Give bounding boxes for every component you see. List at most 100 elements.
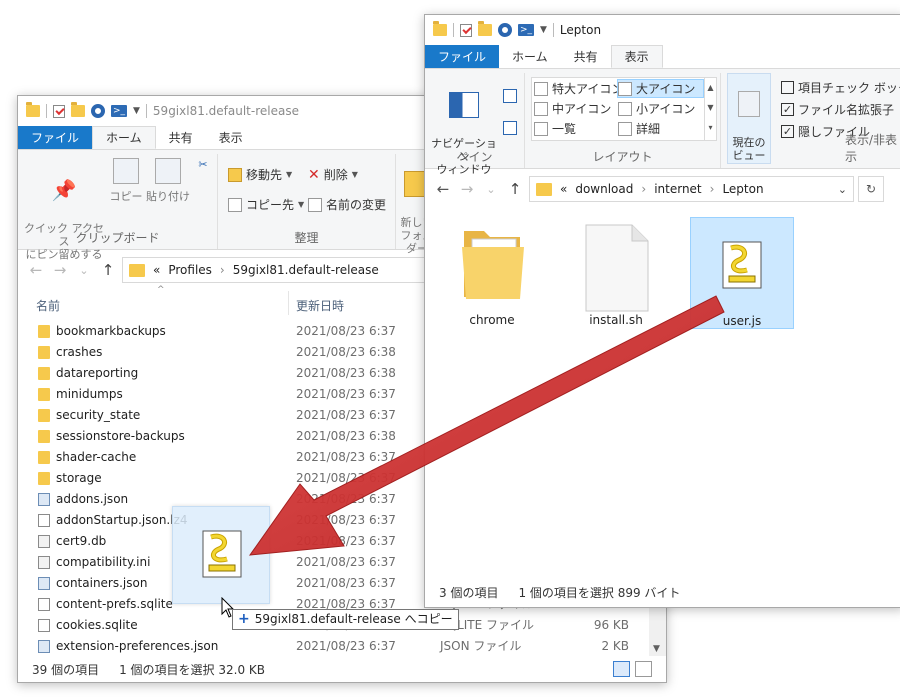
breadcrumb-internet[interactable]: internet: [654, 182, 701, 196]
rename-button[interactable]: 名前の変更: [308, 196, 386, 213]
back-arrow-icon[interactable]: ←: [431, 180, 455, 198]
pin-quick-access-button[interactable]: 📌 クイック アクセス にピン留めする: [24, 164, 104, 261]
rename-label: 名前の変更: [326, 198, 387, 212]
scroll-down-arrow-icon[interactable]: ▼: [653, 644, 660, 654]
checkbox-icon[interactable]: ✓: [781, 103, 794, 116]
layout-small-icons[interactable]: 小アイコン: [618, 100, 695, 117]
address-bar[interactable]: « download › internet › Lepton ⌄: [529, 176, 854, 202]
file-date: 2021/08/23 6:37: [296, 450, 396, 464]
layout-label: 中アイコン: [552, 102, 612, 116]
gallery-scroll[interactable]: ▲ ▼ ▾: [704, 78, 716, 140]
delete-button[interactable]: ✕ 削除 ▼: [308, 166, 358, 183]
tab-view[interactable]: 表示: [206, 126, 256, 149]
chevron-down-icon[interactable]: ▼: [540, 25, 547, 35]
layout-extra-large-icons[interactable]: 特大アイコン: [534, 80, 623, 97]
tab-home[interactable]: ホーム: [499, 45, 561, 68]
breadcrumb-separator-icon: ›: [641, 182, 647, 196]
item-tile-install-sh[interactable]: install.sh: [564, 217, 668, 329]
forward-arrow-icon[interactable]: →: [48, 261, 72, 279]
large-icons-icon: [618, 81, 632, 96]
copy-to-button[interactable]: コピー先 ▼: [228, 196, 304, 213]
properties-icon[interactable]: [53, 104, 65, 118]
file-name: addons.json: [56, 492, 129, 506]
navigation-pane-icon: [449, 92, 479, 118]
back-arrow-icon[interactable]: ←: [24, 261, 48, 279]
rename-icon: [308, 197, 322, 212]
current-view-button[interactable]: 現在の ビュー: [728, 78, 770, 162]
large-icons-view-icon[interactable]: [635, 661, 652, 677]
tab-view[interactable]: 表示: [610, 45, 663, 68]
layout-list[interactable]: 一覧: [534, 120, 576, 137]
explorer-window-lepton: >_ ▼ Lepton ファイル ホーム 共有 表示 ナビゲーション ウィンドウ…: [424, 14, 900, 608]
item-label: chrome: [469, 313, 515, 327]
breadcrumb-current[interactable]: 59gixl81.default-release: [233, 263, 379, 277]
refresh-button[interactable]: ↻: [858, 176, 884, 202]
layout-label: 特大アイコン: [552, 82, 624, 96]
separator: [145, 104, 147, 118]
item-tile-user-js[interactable]: user.js: [690, 217, 794, 329]
up-arrow-icon[interactable]: ↑: [503, 180, 527, 198]
checkbox-icon[interactable]: ✓: [781, 125, 794, 138]
tab-share[interactable]: 共有: [561, 45, 611, 68]
up-arrow-icon[interactable]: ↑: [96, 261, 120, 279]
script-file-icon: [202, 530, 242, 578]
drop-tooltip: + 59gixl81.default-release へコピー: [232, 609, 459, 630]
chevron-down-icon[interactable]: ⌄: [838, 183, 847, 196]
details-view-icon[interactable]: [613, 661, 630, 677]
properties-icon[interactable]: [460, 23, 472, 37]
checkbox-icon[interactable]: [781, 81, 794, 94]
tab-share[interactable]: 共有: [156, 126, 206, 149]
gear-icon[interactable]: [91, 104, 105, 118]
breadcrumb-prefix[interactable]: «: [560, 182, 567, 196]
details-view-icon: [618, 121, 632, 136]
column-divider[interactable]: [288, 291, 289, 315]
breadcrumb-profiles[interactable]: Profiles: [168, 263, 212, 277]
file-row[interactable]: extension-preferences.json 2021/08/23 6:3…: [34, 636, 654, 657]
copy-button[interactable]: コピー: [106, 158, 146, 203]
separator: [552, 23, 554, 37]
new-folder-icon[interactable]: [478, 21, 492, 36]
paste-button[interactable]: 貼り付け: [146, 158, 190, 203]
layout-label: 大アイコン: [636, 82, 696, 96]
breadcrumb-prefix[interactable]: «: [153, 263, 160, 277]
cut-button[interactable]: ✂: [194, 158, 212, 171]
preview-pane-icon[interactable]: [503, 89, 517, 103]
tab-file[interactable]: ファイル: [425, 45, 500, 68]
script-file-icon: [722, 241, 762, 289]
layout-large-icons[interactable]: 大アイコン: [616, 79, 705, 98]
details-pane-icon[interactable]: [503, 121, 517, 135]
layout-medium-icons[interactable]: 中アイコン: [534, 100, 611, 117]
new-folder-icon[interactable]: [71, 102, 85, 117]
breadcrumb-download[interactable]: download: [575, 182, 633, 196]
chevron-down-icon[interactable]: ▼: [133, 106, 140, 116]
chevron-down-icon[interactable]: ⌄: [72, 264, 96, 277]
show-hide-group-label: 表示/非表示: [845, 133, 898, 164]
powershell-icon[interactable]: >_: [518, 24, 534, 36]
address-bar[interactable]: « Profiles › 59gixl81.default-release: [122, 257, 432, 283]
column-name[interactable]: 名前: [36, 297, 60, 314]
breadcrumb-current[interactable]: Lepton: [722, 182, 763, 196]
chevron-down-icon[interactable]: ⌄: [479, 183, 503, 196]
view-option-checkbox[interactable]: ✓ ファイル名拡張子: [781, 101, 894, 118]
file-icon: [38, 598, 50, 611]
tab-file[interactable]: ファイル: [18, 126, 93, 149]
move-to-button[interactable]: 移動先 ▼: [228, 166, 292, 183]
column-date[interactable]: 更新日時: [296, 297, 344, 314]
title-bar[interactable]: >_ ▼ Lepton: [425, 15, 900, 45]
tab-home[interactable]: ホーム: [92, 126, 156, 149]
gear-icon[interactable]: [498, 23, 512, 37]
file-date: 2021/08/23 6:37: [296, 639, 396, 653]
layout-group: 特大アイコン 大アイコン 中アイコン 小アイコン 一覧 詳細 ▲ ▼ ▾ レイアウト: [525, 73, 721, 168]
paste-label: 貼り付け: [146, 190, 190, 203]
navigation-bar: ← → ⌄ ↑ « download › internet › Lepton ⌄…: [425, 172, 900, 206]
layout-details[interactable]: 詳細: [618, 120, 660, 137]
move-label: 移動先: [246, 168, 283, 182]
powershell-icon[interactable]: >_: [111, 105, 127, 117]
forward-arrow-icon[interactable]: →: [455, 180, 479, 198]
item-label: user.js: [722, 314, 762, 328]
organize-group-label: 整理: [294, 231, 319, 245]
item-tile-chrome[interactable]: chrome: [440, 217, 544, 329]
view-option-checkbox[interactable]: 項目チェック ボックス: [781, 79, 900, 96]
clipboard-group: 📌 クイック アクセス にピン留めする コピー 貼り付け ✂ クリップボード: [18, 154, 218, 261]
json-file-icon: [38, 640, 50, 653]
